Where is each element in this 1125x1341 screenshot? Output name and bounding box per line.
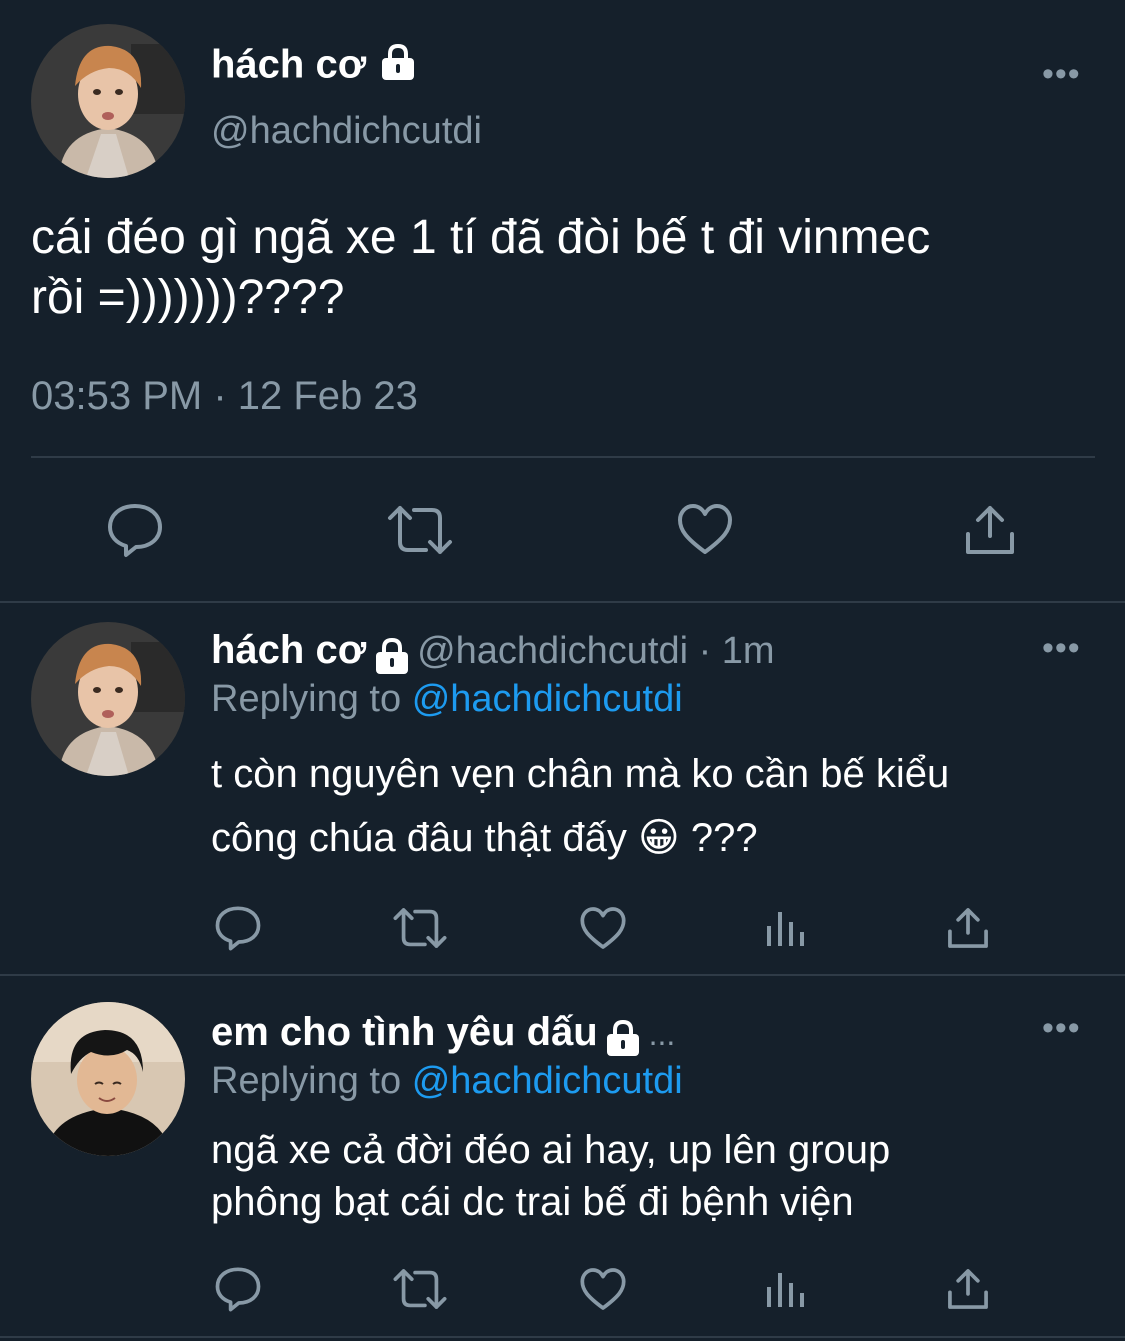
analytics-icon[interactable] xyxy=(765,1269,807,1309)
more-options-icon[interactable]: ••• xyxy=(1042,631,1081,665)
replying-to-handle[interactable]: @hachdichcutdi xyxy=(412,1060,683,1102)
grinning-emoji: 😀 xyxy=(638,816,680,860)
analytics-icon[interactable] xyxy=(765,908,807,948)
divider xyxy=(0,1336,1125,1338)
reply-icon[interactable] xyxy=(106,502,164,558)
tweet-text-line: cái đéo gì ngã xe 1 tí đã đòi bế t đi vi… xyxy=(31,211,931,264)
replying-to: Replying to @hachdichcutdi xyxy=(211,678,683,721)
author-display-name[interactable]: em cho tình yêu dấu xyxy=(211,1010,598,1054)
avatar[interactable] xyxy=(31,24,185,178)
reply-icon[interactable] xyxy=(214,1266,262,1312)
author-display-name[interactable]: hách cơ xyxy=(211,628,366,672)
share-icon[interactable] xyxy=(962,502,1018,558)
reply-icon[interactable] xyxy=(214,905,262,951)
avatar[interactable] xyxy=(31,622,185,776)
tweet-text-line: rồi =)))))))???? xyxy=(31,271,345,324)
share-icon[interactable] xyxy=(945,905,991,951)
divider xyxy=(0,601,1125,603)
truncation-ellipsis: ... xyxy=(648,1016,676,1052)
reply-text-line: t còn nguyên vẹn chân mà ko cần bế kiểu xyxy=(211,752,950,796)
like-icon[interactable] xyxy=(579,905,627,951)
more-options-icon[interactable]: ••• xyxy=(1042,1011,1081,1045)
share-icon[interactable] xyxy=(945,1266,991,1312)
reply-text-suffix: ??? xyxy=(690,816,758,860)
author-display-name[interactable]: hách cơ xyxy=(211,42,419,92)
like-icon[interactable] xyxy=(579,1266,627,1312)
reply-text-line: công chúa đâu thật đấy 😀 ??? xyxy=(211,806,949,870)
replying-to-label: Replying to xyxy=(211,678,402,720)
reply-header: em cho tình yêu dấu ... xyxy=(211,1010,675,1063)
replying-to: Replying to @hachdichcutdi xyxy=(211,1060,683,1103)
author-handle[interactable]: @hachdichcutdi xyxy=(211,110,482,153)
divider xyxy=(0,974,1125,976)
lock-icon xyxy=(371,636,413,681)
replying-to-handle[interactable]: @hachdichcutdi xyxy=(412,678,683,720)
reply-text: ngã xe cả đời đéo ai hay, up lên group p… xyxy=(211,1124,890,1228)
tweet-timestamp[interactable]: 03:53 PM · 12 Feb 23 xyxy=(31,374,418,419)
reply-text: t còn nguyên vẹn chân mà ko cần bế kiểu … xyxy=(211,742,949,870)
divider xyxy=(31,456,1095,458)
reply-text-line2: công chúa đâu thật đấy xyxy=(211,816,627,860)
author-display-name-text: hách cơ xyxy=(211,42,367,87)
reply-text-line: ngã xe cả đời đéo ai hay, up lên group xyxy=(211,1128,891,1172)
reply-text-line: phông bạt cái dc trai bế đi bệnh viện xyxy=(211,1180,854,1224)
like-icon[interactable] xyxy=(676,502,734,556)
lock-icon xyxy=(602,1018,644,1063)
reply-header: hách cơ @hachdichcutdi · 1m xyxy=(211,628,775,681)
retweet-icon[interactable] xyxy=(386,502,454,558)
author-handle-time[interactable]: @hachdichcutdi · 1m xyxy=(417,630,775,672)
retweet-icon[interactable] xyxy=(392,1266,448,1312)
replying-to-label: Replying to xyxy=(211,1060,402,1102)
retweet-icon[interactable] xyxy=(392,905,448,951)
lock-icon xyxy=(377,42,419,92)
tweet-text: cái đéo gì ngã xe 1 tí đã đòi bế t đi vi… xyxy=(31,208,930,328)
more-options-icon[interactable]: ••• xyxy=(1042,57,1081,91)
avatar[interactable] xyxy=(31,1002,185,1156)
